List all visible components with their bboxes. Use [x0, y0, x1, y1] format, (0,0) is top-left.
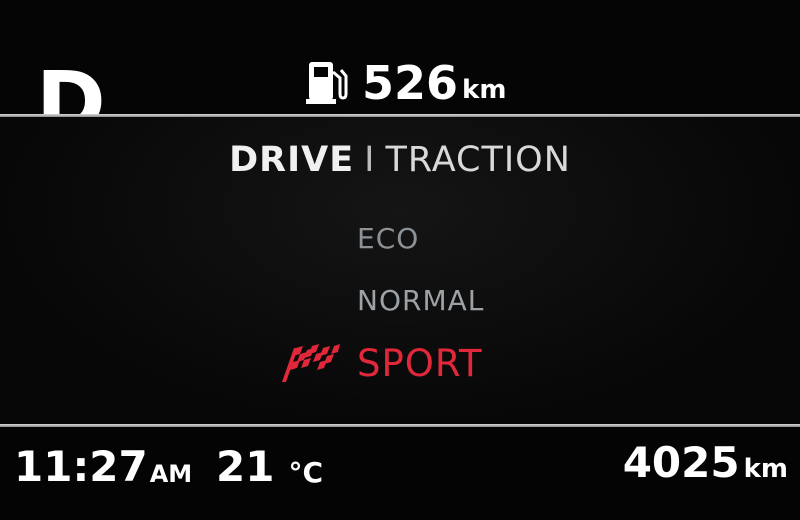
clock-time: 11:27	[14, 442, 148, 491]
fuel-pump-icon	[306, 62, 348, 104]
mode-option-eco[interactable]: ECO	[357, 225, 419, 253]
odometer: 4025 km	[623, 442, 788, 484]
odometer-value: 4025	[622, 438, 740, 487]
range-unit: km	[462, 75, 507, 105]
clock: 11:27 AM	[14, 446, 192, 488]
title-traction: TRACTION	[385, 140, 571, 180]
range-value: 526	[362, 56, 459, 110]
menu-title: DRIVE I TRACTION	[0, 143, 800, 178]
instrument-cluster-display: D 526 km DRIVE I TRACTION ECO NORMAL SPO…	[0, 0, 800, 520]
mode-option-sport[interactable]: SPORT	[357, 345, 483, 382]
checkered-flag-icon	[282, 344, 340, 382]
mode-option-normal[interactable]: NORMAL	[357, 287, 484, 315]
title-separator: I	[364, 140, 376, 180]
clock-ampm: AM	[149, 460, 193, 488]
odometer-unit: km	[743, 454, 788, 484]
title-drive: DRIVE	[229, 140, 355, 180]
temperature-unit: °C	[288, 456, 324, 489]
temperature-value: 21	[216, 442, 275, 491]
outside-temperature: 21 °C	[216, 446, 323, 488]
fuel-range: 526 km	[306, 56, 506, 106]
